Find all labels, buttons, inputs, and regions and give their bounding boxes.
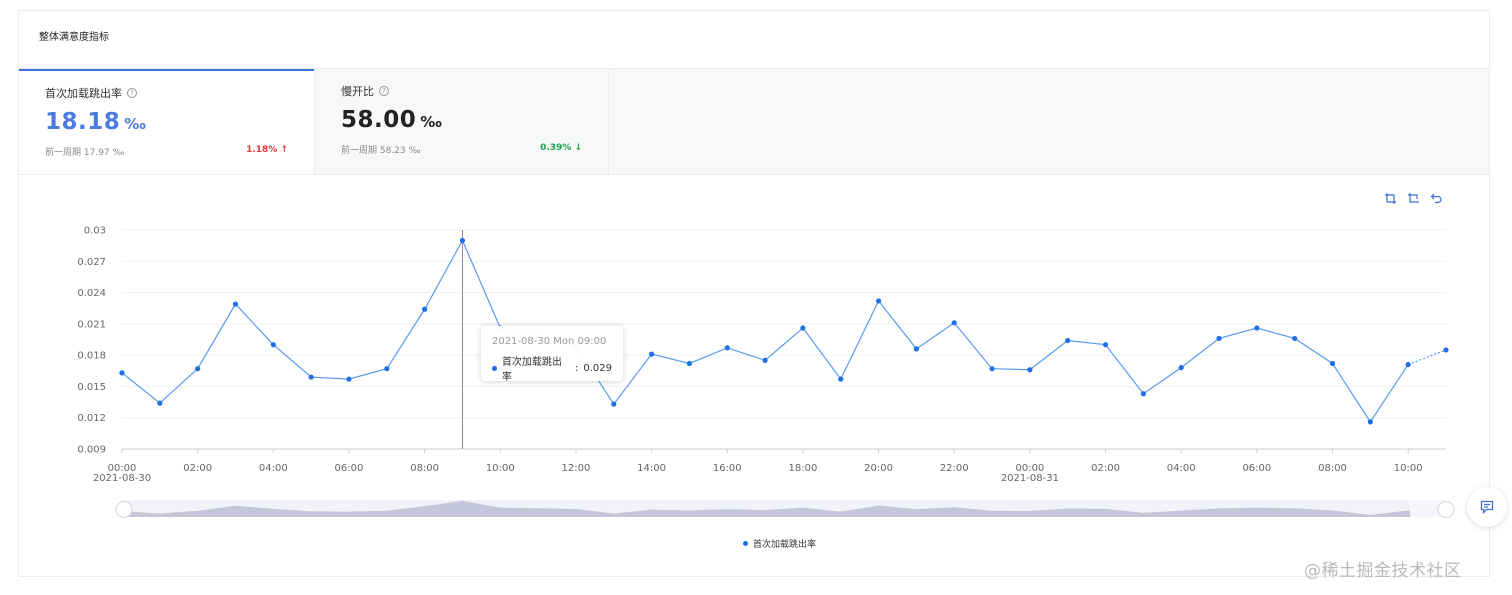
zoom-handle-right <box>1437 501 1455 518</box>
data-point <box>611 401 617 407</box>
data-point <box>1027 367 1033 373</box>
data-point <box>1292 335 1298 342</box>
data-point <box>384 366 390 372</box>
x-tick-label: 16:00 <box>713 463 742 474</box>
x-tick-label: 08:00 <box>410 463 439 474</box>
data-point <box>1443 347 1449 353</box>
tooltip-title: 2021-08-30 Mon 09:00 <box>492 336 607 347</box>
data-point <box>1102 342 1109 348</box>
y-tick-label: 0.009 <box>77 445 106 456</box>
x-tick-label: 14:00 <box>637 463 666 474</box>
data-point <box>1367 419 1373 425</box>
series-line <box>121 239 1409 423</box>
legend-label: 首次加载跳出率 <box>753 540 817 550</box>
data-point <box>195 366 201 372</box>
x-tick-label: 04:00 <box>259 463 288 474</box>
data-point <box>422 306 428 312</box>
data-point <box>1065 337 1071 344</box>
x-tick-label: 12:00 <box>562 463 591 474</box>
data-point <box>346 376 352 382</box>
watermark: @稀土掘金技术社区 <box>1304 561 1462 581</box>
data-point <box>1140 391 1146 397</box>
x-tick-label: 06:00 <box>1242 463 1271 474</box>
y-tick-label: 0.012 <box>77 413 106 424</box>
x-tick-label: 22:00 <box>940 463 969 474</box>
x-tick-label: 08:00 <box>1318 463 1347 474</box>
data-point <box>270 342 276 348</box>
series-line-dashed <box>1407 349 1447 366</box>
zoom-handle-left <box>115 501 133 518</box>
data-point <box>119 370 125 376</box>
data-point <box>1178 365 1184 371</box>
legend-marker <box>743 541 748 546</box>
x-tick-label: 20:00 <box>864 463 893 474</box>
data-point <box>913 346 920 352</box>
data-point <box>1254 325 1260 331</box>
series-marker <box>492 365 497 371</box>
chart-legend[interactable]: 首次加载跳出率 <box>743 537 816 550</box>
data-point <box>762 357 768 363</box>
x-tick-label: 10:00 <box>1394 463 1423 474</box>
data-point <box>1329 360 1336 367</box>
data-point <box>232 301 239 307</box>
data-point <box>724 345 730 351</box>
y-tick-label: 0.021 <box>77 319 106 330</box>
x-tick-label: 02:00 <box>1091 463 1120 474</box>
data-point <box>1216 335 1222 342</box>
x-tick-label: 04:00 <box>1167 463 1196 474</box>
data-point <box>800 325 806 331</box>
data-point <box>649 351 655 357</box>
data-point <box>686 360 693 367</box>
data-point <box>308 374 314 380</box>
tooltip-series: 首次加载跳出率 <box>501 357 562 383</box>
data-point <box>459 237 466 244</box>
data-point <box>989 366 995 372</box>
data-point <box>951 320 957 326</box>
tooltip-value: 0.029 <box>583 362 612 374</box>
feedback-button[interactable] <box>1467 487 1507 527</box>
x-date-label: 2021-08-31 <box>1001 473 1059 484</box>
chart-tooltip: 2021-08-30 Mon 09:00 首次加载跳出率: 0.029 <box>481 326 623 383</box>
data-point <box>875 298 882 304</box>
x-tick-label: 18:00 <box>789 463 818 474</box>
y-tick-label: 0.03 <box>84 226 106 237</box>
x-tick-label: 02:00 <box>183 463 212 474</box>
x-tick-label: 10:00 <box>486 463 515 474</box>
data-point <box>1405 361 1411 368</box>
y-tick-label: 0.024 <box>77 288 106 299</box>
y-tick-label: 0.027 <box>77 257 106 268</box>
y-tick-label: 0.018 <box>77 351 106 362</box>
y-tick-label: 0.015 <box>77 382 106 393</box>
line-chart: 0.030.0270.0240.0210.0180.0150.0120.009 … <box>77 226 1455 518</box>
data-point <box>157 400 163 406</box>
x-tick-label: 06:00 <box>335 463 364 474</box>
x-date-label: 2021-08-30 <box>93 473 151 484</box>
data-point <box>838 376 844 382</box>
feedback-icon <box>1480 500 1494 515</box>
